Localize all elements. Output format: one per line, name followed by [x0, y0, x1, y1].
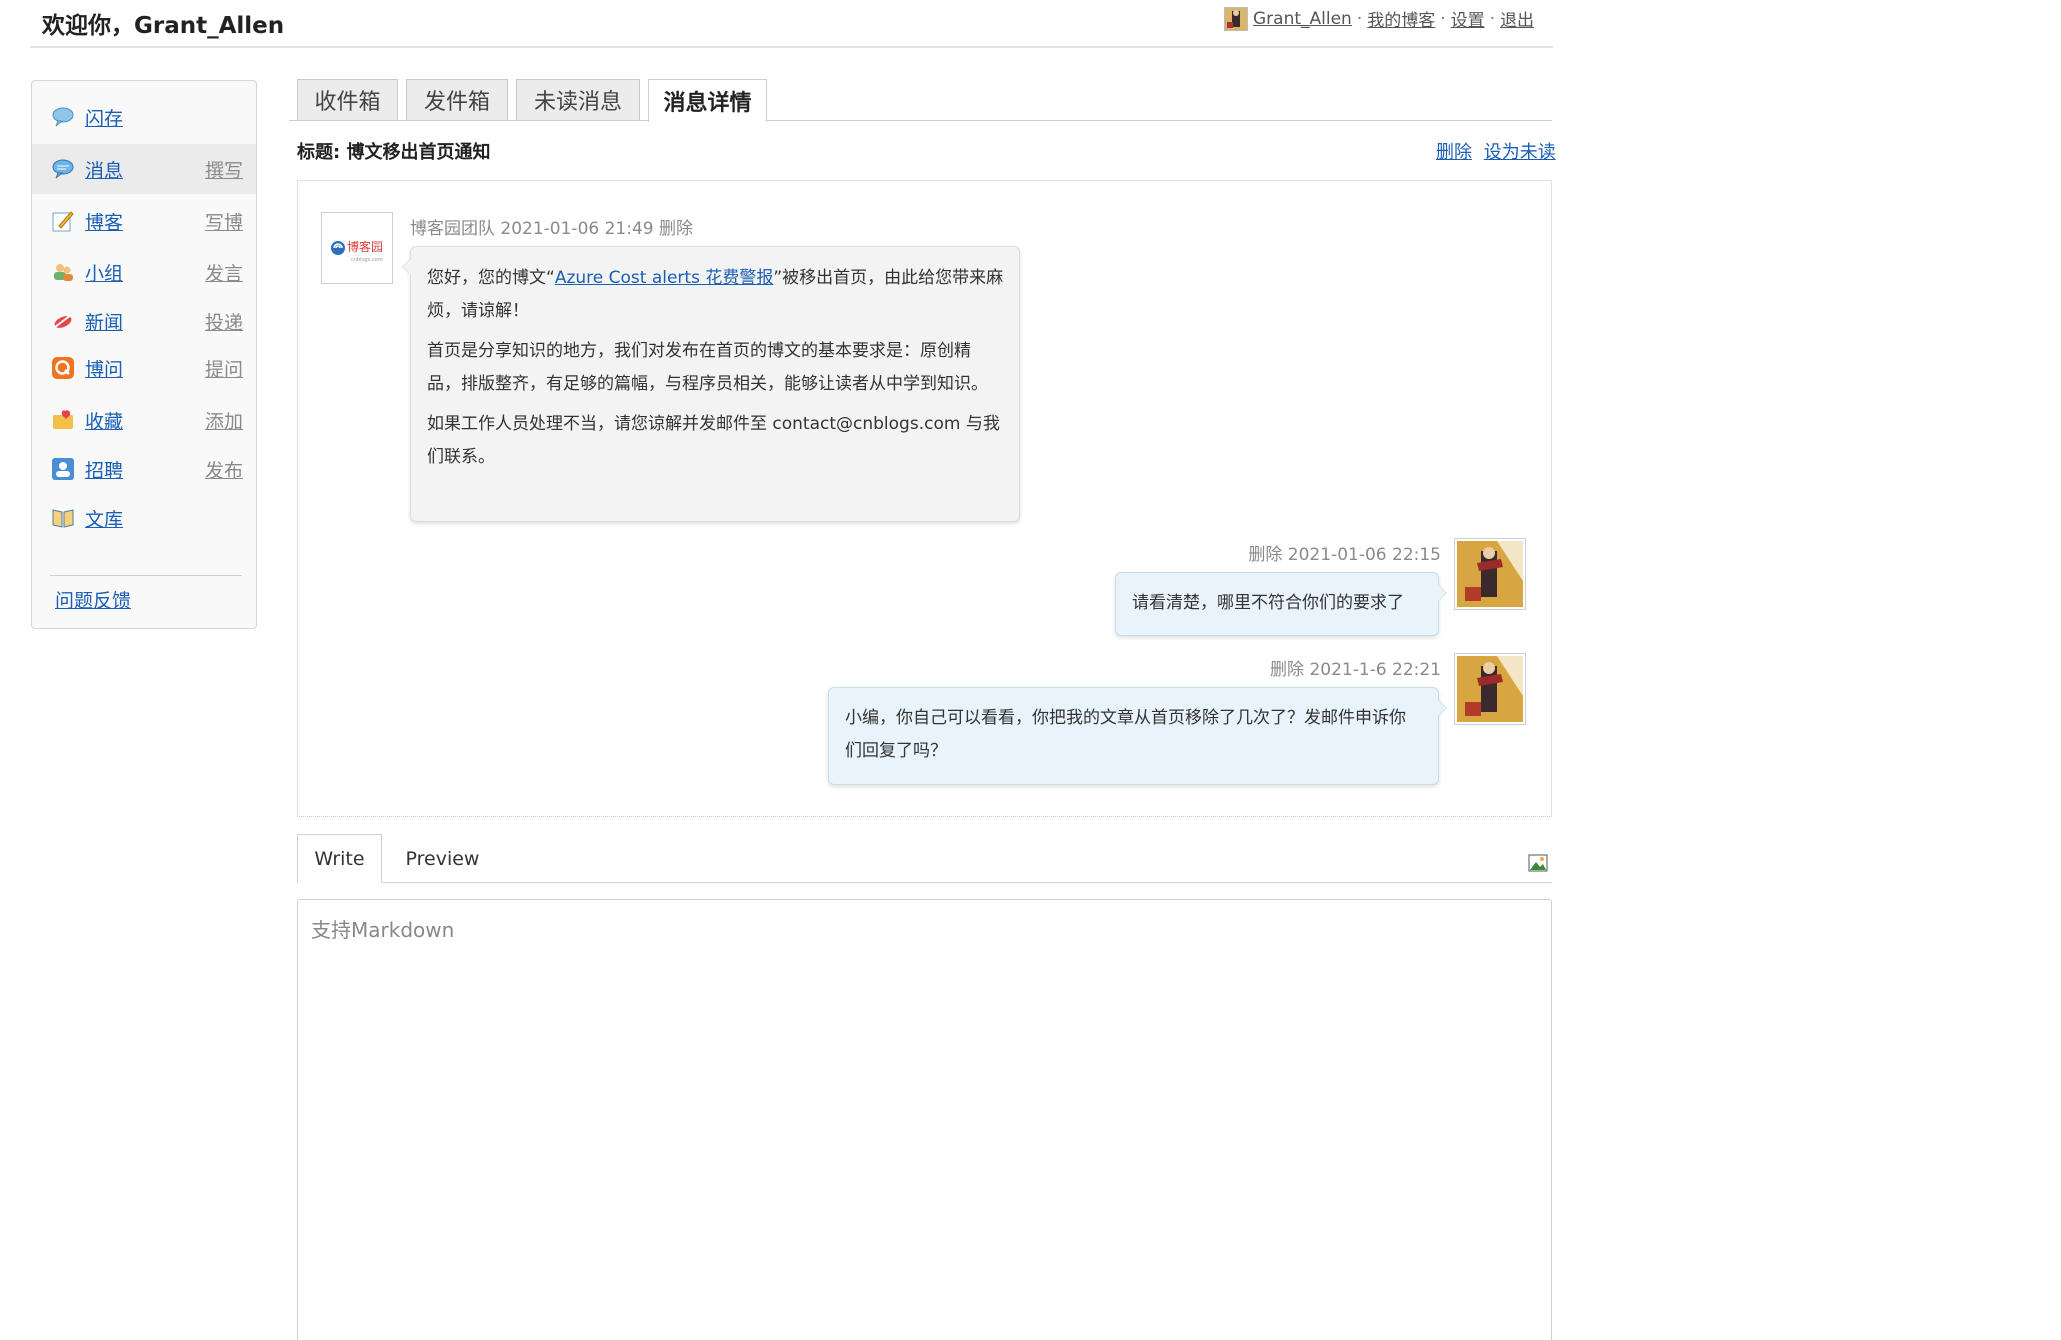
- user-avatar-icon: [1457, 656, 1523, 722]
- sidebar-item-blog[interactable]: 博客 写博: [32, 196, 256, 246]
- incoming-message-bubble: 您好，您的博文“Azure Cost alerts 花费警报”被移出首页，由此给…: [402, 246, 1020, 522]
- pencil-note-icon: [51, 209, 75, 233]
- delete-entry-link[interactable]: 删除: [659, 219, 693, 239]
- sidebar-item-group[interactable]: 小组 发言: [32, 247, 256, 297]
- post-in-group-link[interactable]: 发言: [205, 259, 243, 286]
- message-icon: [51, 157, 75, 181]
- user-avatar-icon: [1457, 541, 1523, 607]
- tab-message-detail[interactable]: 消息详情: [648, 79, 767, 122]
- tab-outbox[interactable]: 发件箱: [406, 79, 508, 120]
- bubble-pointer: [402, 258, 411, 276]
- sidebar-item-label[interactable]: 招聘: [85, 456, 123, 483]
- sidebar-item-favorites[interactable]: 收藏 添加: [32, 395, 256, 445]
- sidebar-item-label[interactable]: 消息: [85, 156, 123, 183]
- mark-unread-link[interactable]: 设为未读: [1484, 142, 1556, 163]
- message-time: 2021-01-06 22:15: [1287, 545, 1441, 565]
- sidebar-item-qa[interactable]: 博问 提问: [32, 343, 256, 393]
- question-icon: [51, 356, 75, 380]
- post-link[interactable]: Azure Cost alerts 花费警报: [555, 268, 774, 288]
- insert-image-icon[interactable]: [1528, 853, 1548, 873]
- nav-separator: ·: [1489, 8, 1496, 29]
- message-meta: 博客园团队 2021-01-06 21:49 删除: [410, 214, 693, 239]
- sidebar-item-library[interactable]: 文库: [32, 493, 256, 543]
- add-favorite-link[interactable]: 添加: [205, 407, 243, 434]
- sidebar-item-flash[interactable]: 闪存: [32, 92, 256, 142]
- delete-entry-link[interactable]: 删除: [1270, 660, 1304, 680]
- write-blog-link[interactable]: 写博: [205, 208, 243, 235]
- sidebar-item-jobs[interactable]: 招聘 发布: [32, 444, 256, 494]
- submit-news-link[interactable]: 投递: [205, 308, 243, 335]
- welcome-title: 欢迎你，Grant_Allen: [42, 13, 285, 39]
- feedback-link[interactable]: 问题反馈: [55, 586, 131, 613]
- message-time: 2021-01-06 21:49: [500, 219, 654, 239]
- outgoing-message-bubble: 小编，你自己可以看看，你把我的文章从首页移除了几次了？发邮件申诉你们回复了吗？: [828, 687, 1447, 785]
- user-avatar-icon[interactable]: [1224, 6, 1248, 31]
- my-blog-link[interactable]: 我的博客: [1367, 6, 1435, 31]
- editor-placeholder: 支持Markdown: [311, 918, 455, 942]
- reply-editor[interactable]: 支持Markdown: [297, 899, 1552, 1340]
- nav-separator: ·: [1440, 8, 1446, 29]
- post-job-link[interactable]: 发布: [205, 456, 243, 483]
- nav-separator: ·: [1356, 8, 1363, 29]
- favorite-folder-icon: [51, 408, 75, 432]
- message-actions: 删除 设为未读: [1430, 138, 1556, 164]
- message-paragraph: 首页是分享知识的地方，我们对发布在首页的博文的基本要求是：原创精品，排版整齐，有…: [427, 341, 988, 394]
- ask-question-link[interactable]: 提问: [205, 355, 243, 382]
- tab-inbox[interactable]: 收件箱: [297, 79, 398, 120]
- news-icon: [51, 309, 75, 333]
- message-text: 小编，你自己可以看看，你把我的文章从首页移除了几次了？发邮件申诉你们回复了吗？: [845, 708, 1406, 761]
- compose-link[interactable]: 撰写: [205, 156, 243, 183]
- sidebar-item-label[interactable]: 博问: [85, 355, 123, 382]
- sidebar-item-label[interactable]: 收藏: [85, 407, 123, 434]
- delete-message-link[interactable]: 删除: [1436, 142, 1472, 163]
- tab-unread[interactable]: 未读消息: [516, 79, 640, 120]
- user-name-link[interactable]: Grant_Allen: [1253, 9, 1352, 29]
- sidebar-item-label[interactable]: 博客: [85, 208, 123, 235]
- message-subject: 标题: 博文移出首页通知: [297, 142, 491, 163]
- sidebar: 闪存 消息 撰写 博客 写博 小组 发言 新闻 投递 博问 提问 收藏 添加 招…: [31, 80, 257, 629]
- user-avatar[interactable]: [1454, 538, 1526, 610]
- sidebar-item-messages[interactable]: 消息 撰写: [32, 144, 256, 194]
- logo-subtext: cnblogs.com: [351, 257, 383, 263]
- sidebar-item-label[interactable]: 新闻: [85, 308, 123, 335]
- bubble-pointer: [1438, 584, 1447, 602]
- header-divider: [30, 46, 1553, 48]
- logout-link[interactable]: 退出: [1500, 6, 1534, 31]
- message-time: 2021-1-6 22:21: [1309, 660, 1441, 680]
- settings-link[interactable]: 设置: [1451, 6, 1485, 31]
- sender-avatar[interactable]: 博客园 cnblogs.com: [321, 212, 393, 284]
- outgoing-message-bubble: 请看清楚，哪里不符合你们的要求了: [1115, 572, 1447, 636]
- sidebar-item-label[interactable]: 小组: [85, 259, 123, 286]
- sidebar-divider: [50, 575, 242, 576]
- sidebar-item-label[interactable]: 文库: [85, 505, 123, 532]
- message-text: 请看清楚，哪里不符合你们的要求了: [1132, 593, 1404, 613]
- sender-name: 博客园团队: [410, 219, 495, 239]
- user-avatar[interactable]: [1454, 653, 1526, 725]
- recruit-icon: [51, 457, 75, 481]
- top-nav: Grant_Allen · 我的博客 · 设置 · 退出: [1224, 6, 1534, 31]
- message-meta: 删除 2021-01-06 22:15: [1248, 540, 1441, 565]
- bubble-pointer: [1438, 699, 1447, 717]
- message-meta: 删除 2021-1-6 22:21: [1270, 655, 1441, 680]
- sidebar-item-news[interactable]: 新闻 投递: [32, 296, 256, 346]
- tab-preview[interactable]: Preview: [390, 834, 495, 883]
- chat-bubble-icon: [51, 105, 75, 129]
- delete-entry-link[interactable]: 删除: [1248, 545, 1282, 565]
- message-thread: 博客园 cnblogs.com 博客园团队 2021-01-06 21:49 删…: [297, 180, 1552, 817]
- sidebar-item-label[interactable]: 闪存: [85, 104, 123, 131]
- message-paragraph: 如果工作人员处理不当，请您谅解并发邮件至 contact@cnblogs.com…: [427, 414, 1000, 467]
- logo-text: 博客园: [347, 239, 383, 254]
- tab-write[interactable]: Write: [297, 834, 382, 883]
- tab-baseline: [289, 120, 1552, 121]
- message-paragraph: 您好，您的博文“Azure Cost alerts 花费警报”被移出首页，由此给…: [427, 268, 1004, 321]
- group-icon: [51, 260, 75, 284]
- book-icon: [51, 506, 75, 530]
